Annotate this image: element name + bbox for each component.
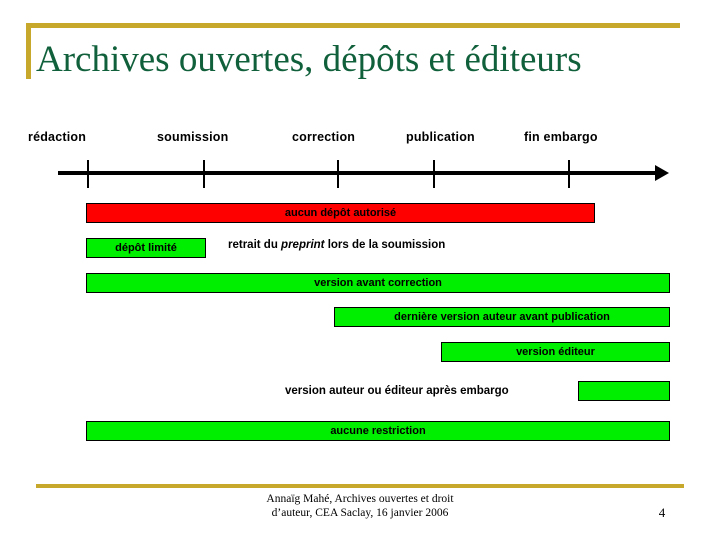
note-retrait-suffix: lors de la soumission [324, 239, 446, 251]
bar-aucune-restriction: aucune restriction [86, 421, 670, 441]
timeline-label-publication: publication [406, 130, 475, 144]
timeline-arrow-icon [655, 165, 669, 181]
timeline-tick-publication [433, 160, 435, 188]
note-retrait-italic: preprint [281, 239, 325, 251]
bar-version-auteur-ou-editeur-apres-embargo [578, 381, 670, 401]
timeline-tick-redaction [87, 160, 89, 188]
bar-version-editeur: version éditeur [441, 342, 670, 362]
timeline-label-correction: correction [292, 130, 356, 144]
timeline-tick-fin-embargo [568, 160, 570, 188]
bar-aucun-depot-autorise: aucun dépôt autorisé [86, 203, 595, 223]
footer-divider [36, 484, 684, 488]
gold-accent-horizontal-rule [26, 23, 680, 28]
footer-attribution: Annaïg Mahé, Archives ouvertes et droit … [190, 492, 530, 520]
page-title: Archives ouvertes, dépôts et éditeurs [36, 39, 582, 80]
gold-accent-vertical-bar [26, 23, 31, 79]
timeline-label-soumission: soumission [157, 130, 229, 144]
slide-canvas: Archives ouvertes, dépôts et éditeurs ré… [0, 0, 720, 540]
timeline-tick-correction [337, 160, 339, 188]
bar-version-avant-correction: version avant correction [86, 273, 670, 293]
slide-number: 4 [658, 505, 666, 520]
bar-depot-limite: dépôt limité [86, 238, 206, 258]
timeline-label-redaction: rédaction [28, 130, 87, 144]
timeline-tick-soumission [203, 160, 205, 188]
note-version-apres-embargo: version auteur ou éditeur après embargo [285, 385, 509, 397]
note-retrait-preprint: retrait du preprint lors de la soumissio… [228, 239, 445, 251]
footer-attribution-line-2: d’auteur, CEA Saclay, 16 janvier 2006 [271, 507, 449, 519]
timeline-label-fin-embargo: fin embargo [524, 130, 598, 144]
footer-attribution-line-1: Annaïg Mahé, Archives ouvertes et droit [266, 493, 454, 505]
bar-derniere-version-auteur-avant-publication: dernière version auteur avant publicatio… [334, 307, 670, 327]
note-retrait-prefix: retrait du [228, 239, 282, 251]
